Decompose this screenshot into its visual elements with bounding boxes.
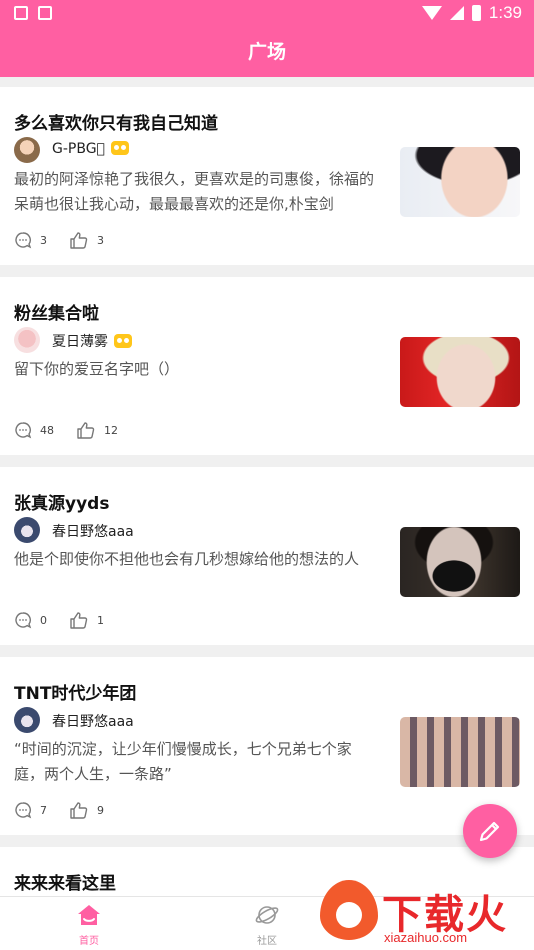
comment-count-value: 3 [40, 233, 47, 247]
post-card[interactable]: 张真源yyds 春日野悠aaa 他是个即使你不担他也会有几秒想嫁给他的想法的人 … [0, 467, 534, 645]
watermark-url: xiazaihuo.com [384, 930, 468, 945]
post-card[interactable]: 多么喜欢你只有我自己知道 G-PBG⃝ 最初的阿泽惊艳了我很久，更喜欢是的司惠俊… [0, 87, 534, 265]
avatar[interactable] [14, 137, 40, 163]
vip-badge-icon [114, 334, 132, 348]
notification-icons [14, 6, 52, 20]
new-post-button[interactable] [463, 804, 517, 858]
post-author[interactable]: 夏日薄雾 [52, 331, 132, 351]
post-card[interactable]: 粉丝集合啦 夏日薄雾 留下你的爱豆名字吧（） 48 12 [0, 277, 534, 455]
flame-icon [320, 880, 378, 940]
post-card[interactable]: TNT时代少年团 春日野悠aaa “时间的沉淀，让少年们慢慢成长，七个兄弟七个家… [0, 657, 534, 835]
author-name[interactable]: 春日野悠aaa [52, 714, 134, 730]
wifi-icon [421, 6, 442, 20]
post-content[interactable]: “时间的沉淀，让少年们慢慢成长，七个兄弟七个家庭，两个人生，一条路” [14, 737, 376, 787]
comment-icon [15, 802, 32, 819]
post-thumbnail[interactable] [400, 337, 520, 407]
watermark-logo: 下载火 xiazaihuo.com [314, 880, 534, 950]
post-author[interactable]: 春日野悠aaa [52, 521, 134, 541]
like-count-value: 12 [104, 423, 118, 437]
tab-community-label: 社区 [257, 936, 277, 947]
comment-icon [15, 232, 32, 249]
comment-icon [15, 422, 32, 439]
planet-icon [255, 906, 279, 924]
font-notification-icon [38, 6, 52, 20]
post-content[interactable]: 他是个即使你不担他也会有几秒想嫁给他的想法的人 [14, 547, 376, 572]
battery-icon [471, 5, 481, 21]
post-author[interactable]: 春日野悠aaa [52, 711, 134, 731]
status-bar: 1:39 [0, 0, 534, 28]
post-title[interactable]: 粉丝集合啦 [14, 299, 99, 324]
like-icon [70, 232, 88, 249]
like-count-value: 9 [97, 803, 104, 817]
post-thumbnail[interactable] [400, 147, 520, 217]
like-button[interactable]: 12 [76, 421, 118, 439]
comment-count-value: 7 [40, 803, 47, 817]
like-button[interactable]: 1 [69, 611, 104, 629]
like-icon [77, 422, 95, 439]
vip-badge-icon [110, 141, 129, 155]
tab-home[interactable]: 首页 [59, 903, 119, 947]
like-button[interactable]: 3 [69, 231, 104, 249]
like-icon [70, 612, 88, 629]
edit-icon [479, 821, 500, 842]
comment-count[interactable]: 3 [14, 231, 47, 249]
author-name[interactable]: 春日野悠aaa [52, 524, 134, 540]
signal-icon [449, 6, 464, 20]
author-name[interactable]: G-PBG⃝ [52, 141, 105, 157]
post-content[interactable]: 最初的阿泽惊艳了我很久，更喜欢是的司惠俊，徐福的呆萌也很让我心动，最最最喜欢的还… [14, 167, 376, 217]
page-title: 广场 [0, 28, 534, 77]
comment-icon [15, 612, 32, 629]
like-count-value: 1 [97, 613, 104, 627]
post-title[interactable]: 张真源yyds [14, 489, 109, 514]
like-icon [70, 802, 88, 819]
author-name[interactable]: 夏日薄雾 [52, 334, 108, 350]
tab-community[interactable]: 社区 [237, 903, 297, 947]
comment-count[interactable]: 7 [14, 801, 47, 819]
post-title[interactable]: TNT时代少年团 [14, 679, 136, 704]
post-thumbnail[interactable] [400, 527, 520, 597]
status-time: 1:39 [488, 3, 522, 22]
like-button[interactable]: 9 [69, 801, 104, 819]
comment-count-value: 0 [40, 613, 47, 627]
tab-home-label: 首页 [79, 936, 99, 947]
post-author[interactable]: G-PBG⃝ [52, 141, 129, 157]
avatar[interactable] [14, 517, 40, 543]
comment-count-value: 48 [40, 423, 54, 437]
post-thumbnail[interactable] [400, 717, 520, 787]
app-notification-icon [14, 6, 28, 20]
home-icon [78, 905, 100, 925]
post-content[interactable]: 留下你的爱豆名字吧（） [14, 357, 376, 382]
comment-count[interactable]: 48 [14, 421, 54, 439]
post-title[interactable]: 多么喜欢你只有我自己知道 [14, 109, 218, 134]
avatar[interactable] [14, 707, 40, 733]
avatar[interactable] [14, 327, 40, 353]
comment-count[interactable]: 0 [14, 611, 47, 629]
like-count-value: 3 [97, 233, 104, 247]
post-title[interactable]: 来来来看这里 [14, 869, 116, 894]
